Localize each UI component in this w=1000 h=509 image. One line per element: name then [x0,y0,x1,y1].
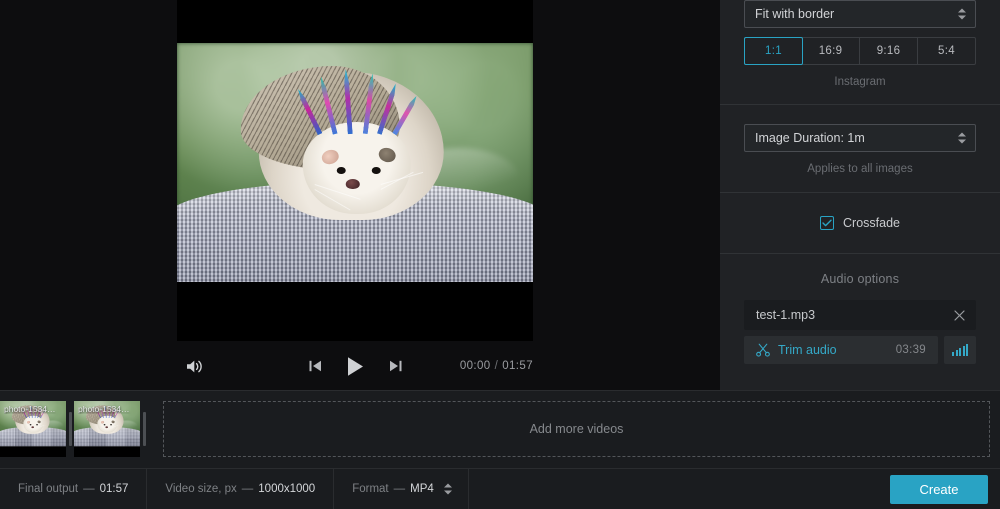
play-icon [347,356,363,376]
next-button[interactable] [382,353,408,379]
status-video-size: Video size, px — 1000x1000 [147,468,335,509]
aspect-hint: Instagram [834,76,886,88]
video-size-dash: — [241,483,254,495]
volume-button[interactable] [177,349,211,383]
clip-drag-handle[interactable] [66,401,74,457]
settings-panel: Fit with border 1:1 16:9 9:16 5:4 Instag… [720,0,1000,390]
trim-audio-label: Trim audio [778,343,837,357]
final-output-value: 01:57 [99,483,129,495]
equalizer-icon-bar-1 [952,352,954,356]
image-duration-select[interactable]: Image Duration: 1m [744,124,976,152]
final-output-dash: — [83,483,95,495]
preview-image-hedgehog [177,43,533,282]
audio-file-row: test-1.mp3 [744,300,976,330]
previous-button[interactable] [302,353,328,379]
image-hedgehog [240,65,444,220]
create-button[interactable]: Create [890,475,988,504]
skip-next-icon [389,360,401,372]
hedgehog-ear-right [376,145,398,164]
clip-list: photo-1534… photo-1534… [0,401,148,457]
duration-section: Image Duration: 1m Applies to all images [720,105,1000,192]
hedgehog-snout [105,426,108,429]
close-icon [953,309,965,321]
player-controls: 00:00 / 01:57 [177,349,533,383]
clip-drag-handle[interactable] [140,401,148,457]
hedgehog-ear-right [111,420,115,424]
aspect-ratio-group: 1:1 16:9 9:16 5:4 [744,37,976,65]
audio-actions-row: Trim audio 03:39 [744,336,976,364]
trim-audio-button[interactable]: Trim audio 03:39 [744,336,938,364]
hedgehog-eye-left [103,424,106,426]
status-format[interactable]: Format — MP4 [334,468,469,509]
checkmark-icon [822,219,832,227]
status-final-output: Final output — 01:57 [0,468,148,509]
status-bar: Final output — 01:57 Video size, px — 10… [0,468,1000,509]
aspect-ratio-9-16[interactable]: 9:16 [860,38,918,64]
hedgehog-ear-left [319,147,341,166]
scissors-icon [756,343,770,357]
audio-file-name: test-1.mp3 [756,308,816,322]
remove-audio-button[interactable] [950,306,968,324]
timeline-clip[interactable]: photo-1534… [0,401,66,457]
hedgehog-face [303,122,411,214]
aspect-ratio-1-1[interactable]: 1:1 [744,37,803,65]
aspect-ratio-5-4[interactable]: 5:4 [918,38,975,64]
audio-section-title: Audio options [820,272,900,286]
add-more-videos-dropzone[interactable]: Add more videos [163,401,990,457]
play-button[interactable] [342,353,368,379]
hedgehog-eye-right [371,167,381,175]
preview-area: 00:00 / 01:57 [0,0,720,390]
aspect-section: Fit with border 1:1 16:9 9:16 5:4 Instag… [720,0,1000,104]
image-duration-value: Image Duration: 1m [755,131,865,145]
final-output-label: Final output [18,483,79,495]
spinner-arrows-icon[interactable] [958,8,966,20]
hedgehog-ear-right [37,420,41,424]
equalizer-icon-bar-5 [966,344,968,356]
hedgehog-eye-left [336,167,346,175]
video-editor-window: 00:00 / 01:57 Fit with border 1:1 16:9 9… [0,0,1000,509]
equalizer-icon-bar-2 [955,350,958,356]
video-size-label: Video size, px [165,483,237,495]
audio-duration: 03:39 [895,344,926,356]
duration-hint: Applies to all images [807,163,913,175]
current-time: 00:00 [459,360,491,372]
aspect-ratio-16-9[interactable]: 16:9 [802,38,860,64]
hedgehog-eye-right [36,424,38,426]
hedgehog-snout [31,426,34,429]
format-spinner-arrows-icon[interactable] [443,483,452,495]
timeline-clip[interactable]: photo-1534… [74,401,140,457]
clip-name: photo-1534… [4,404,56,414]
clip-name: photo-1534… [78,404,130,414]
transport-controls [302,349,408,383]
time-display: 00:00 / 01:57 [460,349,533,383]
crossfade-checkbox[interactable] [820,216,834,230]
equalizer-icon-bar-4 [962,346,965,356]
video-canvas [177,0,533,341]
crossfade-row[interactable]: Crossfade [720,193,1000,253]
timeline: photo-1534… photo-1534… Add more videos [0,390,1000,468]
dropzone-label: Add more videos [529,422,624,436]
hedgehog-eye-right [110,424,112,426]
duration-spinner-arrows-icon[interactable] [958,132,966,144]
format-value: MP4 [410,483,434,495]
hedgehog-snout [345,179,360,190]
fit-mode-select[interactable]: Fit with border [744,0,976,28]
skip-previous-icon [309,360,321,372]
audio-equalizer-button[interactable] [944,336,976,364]
format-dash: — [393,483,406,495]
equalizer-icon-bar-3 [959,348,961,356]
video-size-value: 1000x1000 [258,483,316,495]
crossfade-label: Crossfade [843,216,900,230]
fit-mode-value: Fit with border [755,7,835,21]
audio-section: Audio options test-1.mp3 Trim audio 03:3… [720,254,1000,364]
volume-icon [186,360,202,372]
total-time: 01:57 [502,360,533,372]
time-separator: / [494,360,499,372]
hedgehog-eye-left [29,424,32,426]
format-label: Format [352,483,389,495]
